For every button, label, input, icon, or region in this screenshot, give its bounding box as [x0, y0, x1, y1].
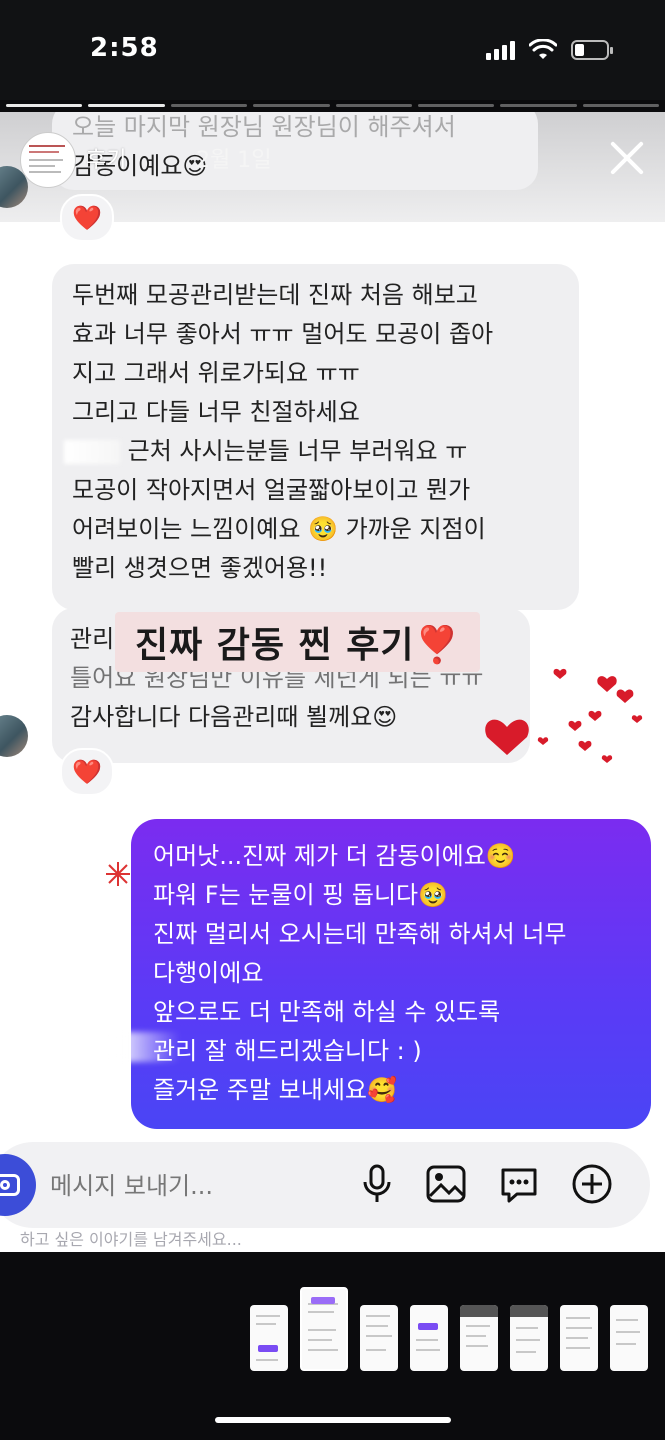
hint-text: 하고 싶은 이야기를 남겨주세요...: [20, 1230, 242, 1249]
chat-sticker-icon[interactable]: [497, 1162, 541, 1206]
message-text: 오늘 마지막 원장님 원장님이 해주셔서: [72, 113, 456, 141]
message-text: 지고 그래서 위로가되요 ㅠㅠ: [72, 359, 360, 387]
story-username[interactable]: 후기: [86, 142, 126, 174]
progress-segment: [6, 104, 83, 107]
progress-segment: [417, 104, 495, 107]
progress-segment: [253, 104, 330, 107]
text-sticker[interactable]: 진짜 감동 찐 후기❣️: [115, 612, 481, 672]
status-icons: [486, 38, 613, 62]
home-indicator[interactable]: [215, 1417, 451, 1423]
heart-reaction-icon: ❤️: [60, 748, 114, 796]
message-text: 그리고 다들 너무 친절하세요: [72, 398, 360, 426]
message-text: 효과 너무 좋아서 ㅠㅠ 멀어도 모공이 좁아: [72, 320, 494, 348]
story-thumbnail[interactable]: [610, 1305, 648, 1371]
message-text: 파워 F는 눈물이 핑 돕니다🥹: [153, 881, 449, 909]
hearts-sticker-icon[interactable]: [475, 657, 665, 777]
story-thumbnail[interactable]: [560, 1305, 598, 1371]
message-bubble: 두번째 모공관리받는데 진짜 처음 해보고 효과 너무 좋아서 ㅠㅠ 멀어도 모…: [52, 264, 579, 610]
camera-icon[interactable]: [0, 1154, 36, 1216]
message-text: 앞으로도 더 만족해 하실 수 있도록: [153, 998, 501, 1026]
wifi-icon: [529, 39, 557, 59]
message-text: 근처 사시는분들 너무 부러워요 ㅠ: [127, 437, 468, 465]
redaction-blur: [64, 440, 120, 464]
story-thumbnail[interactable]: [510, 1305, 548, 1371]
progress-segment: [88, 104, 165, 107]
message-text: 모공이 작아지면서 얼굴짧아보이고 뭔가: [72, 476, 471, 504]
message-text: 다행이에요: [153, 959, 264, 987]
heart-reaction-icon: ❤️: [60, 194, 114, 242]
story-thumbnail-strip: [250, 1287, 648, 1371]
reply-bubble: 어머낫...진짜 제가 더 감동이에요☺️ 파워 F는 눈물이 핑 돕니다🥹 진…: [131, 819, 651, 1129]
microphone-icon[interactable]: [355, 1162, 399, 1206]
story-thumbnail[interactable]: [250, 1305, 288, 1371]
heart-icon: ❣️: [414, 625, 461, 666]
story-thumbnail[interactable]: [410, 1305, 448, 1371]
progress-segment: [582, 104, 659, 107]
add-icon[interactable]: [570, 1162, 614, 1206]
sticker-text: 진짜 감동 찐 후기: [135, 625, 415, 666]
story-content: 오늘 마지막 원장님 원장님이 해주셔서 감동이예요😍 후기 2월 1일 ❤️ …: [0, 112, 665, 1252]
story-progress-bar: [0, 104, 665, 107]
story-date: 2월 1일: [196, 148, 272, 173]
clock: 2:58: [90, 33, 159, 63]
sparkle-icon: [106, 862, 130, 886]
progress-segment: [335, 104, 412, 107]
message-composer[interactable]: 메시지 보내기...: [0, 1142, 650, 1228]
close-icon[interactable]: [607, 138, 647, 178]
image-icon[interactable]: [424, 1162, 468, 1206]
message-input[interactable]: 메시지 보내기...: [50, 1166, 213, 1201]
redaction-blur: [110, 1032, 180, 1062]
message-text: 관리 잘 해드리겠습니다 : ): [153, 1037, 422, 1065]
progress-segment: [170, 104, 248, 107]
story-thumbnail[interactable]: [360, 1305, 398, 1371]
message-text: 진짜 멀리서 오시는데 만족해 하셔서 너무: [153, 920, 567, 948]
message-text: 감사합니다 다음관리때 뵐께요😍: [70, 703, 398, 731]
cellular-signal-icon: [486, 40, 515, 60]
message-text: 즐거운 주말 보내세요🥰: [153, 1076, 397, 1104]
story-thumbnail-selected[interactable]: [300, 1287, 348, 1371]
battery-icon: [571, 40, 613, 60]
story-thumbnail[interactable]: [460, 1305, 498, 1371]
avatar: [0, 715, 28, 757]
message-text: 어려보이는 느낌이예요 🥹 가까운 지점이: [72, 515, 486, 543]
status-bar: 2:58: [0, 0, 665, 100]
progress-segment: [500, 104, 577, 107]
message-text-with-redaction: 근처 사시는분들 너무 부러워요 ㅠ: [64, 432, 559, 471]
message-text: 어머낫...진짜 제가 더 감동이에요☺️: [153, 842, 516, 870]
message-text: 두번째 모공관리받는데 진짜 처음 해보고: [72, 281, 478, 309]
story-avatar[interactable]: [20, 132, 76, 188]
message-text: 감동이예요😍: [72, 152, 208, 180]
message-text: 빨리 생겻으면 좋겠어용!!: [72, 554, 328, 582]
